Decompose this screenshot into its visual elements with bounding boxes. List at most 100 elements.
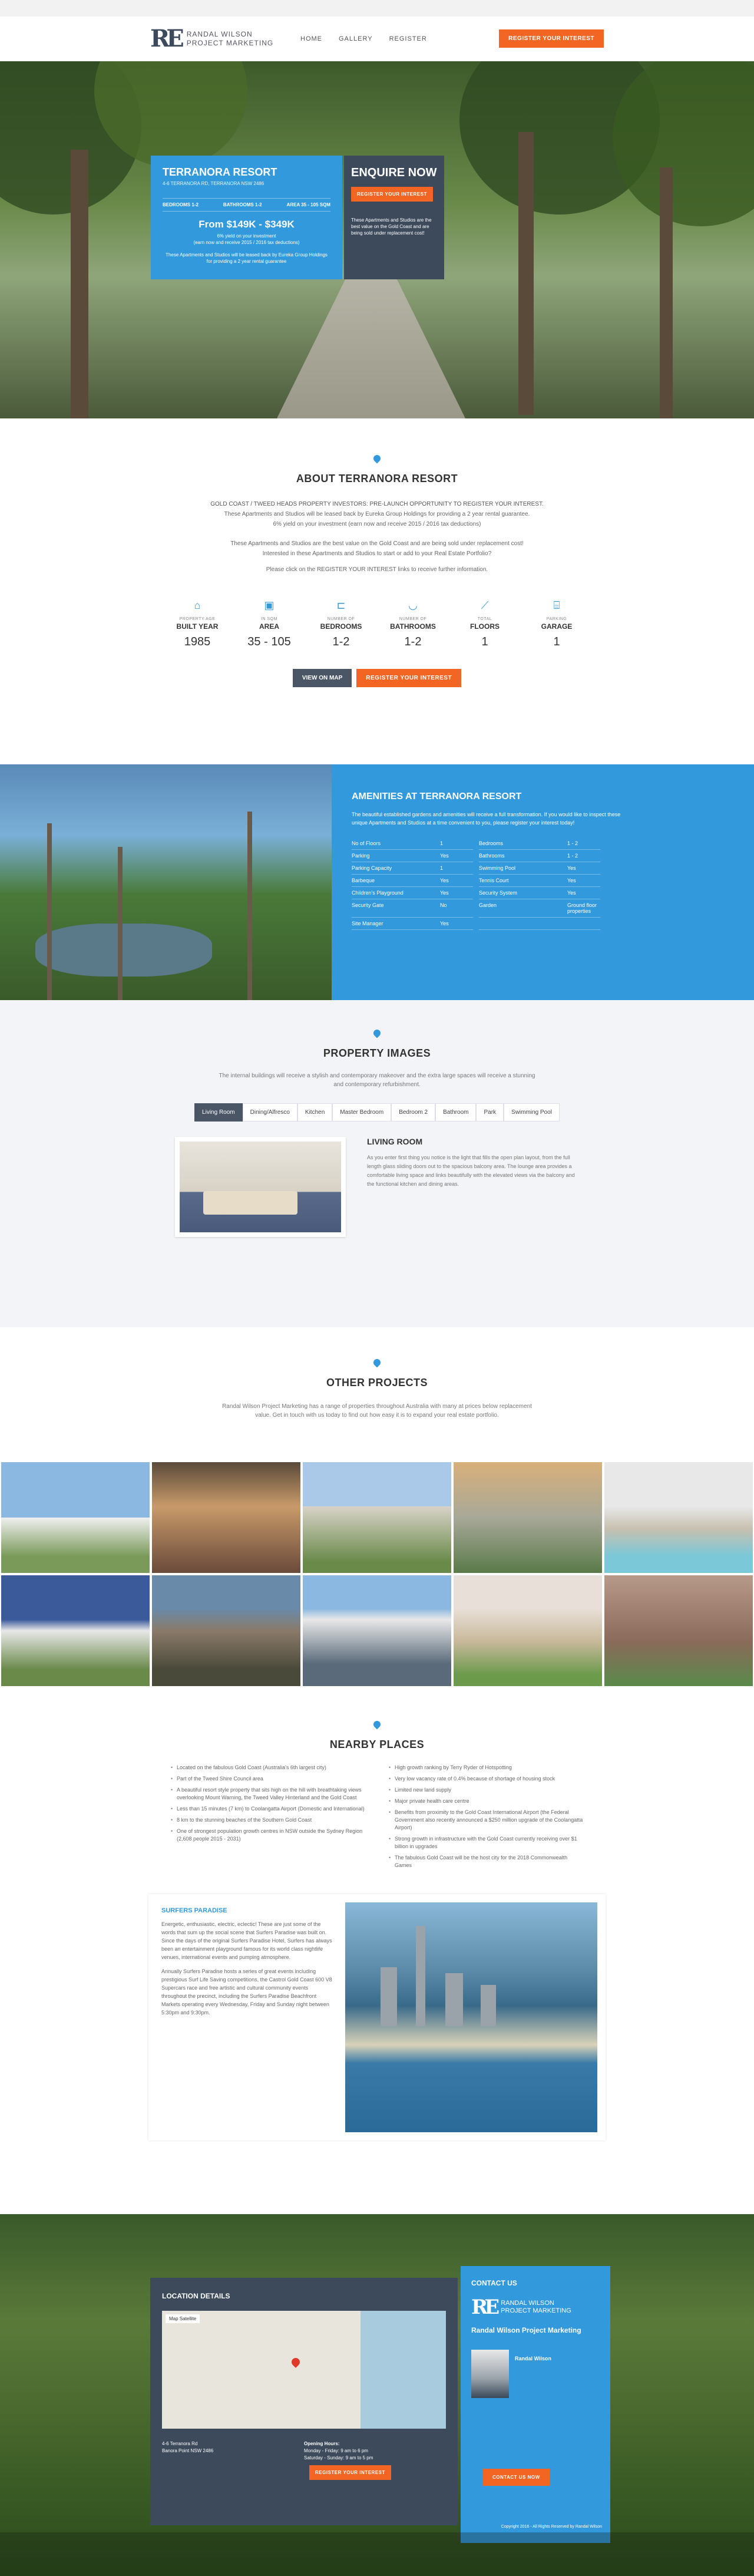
contact-title: CONTACT US — [471, 2279, 517, 2287]
tab-swimming-pool[interactable]: Swimming Pool — [504, 1103, 560, 1122]
view-on-map-button[interactable]: VIEW ON MAP — [292, 669, 352, 687]
other-sub-1: Randal Wilson Project Marketing has a ra… — [222, 1403, 532, 1410]
list-item: Part of the Tweed Shire Council area — [171, 1775, 365, 1783]
property-title: TERRANORA RESORT — [163, 166, 277, 178]
table-cell: 1 - 2 — [567, 837, 600, 850]
tab-dining[interactable]: Dining/Alfresco — [242, 1103, 297, 1122]
feature-label: FLOORS — [470, 622, 500, 631]
table-row: Parking Capacity 1 Swimming Pool Yes — [352, 862, 600, 875]
list-item: A beautiful resort style property that s… — [171, 1786, 365, 1802]
tab-bedroom-2[interactable]: Bedroom 2 — [391, 1103, 436, 1122]
amenities-section: AMENITIES AT TERRANORA RESORT The beauti… — [0, 764, 754, 1000]
table-cell: Yes — [440, 917, 473, 930]
feature-value: 1 — [481, 635, 488, 648]
project-thumb[interactable] — [603, 1461, 754, 1574]
list-item: High growth ranking by Terry Ryder of Ho… — [389, 1764, 583, 1772]
bath-icon: ◡ — [408, 599, 418, 611]
nav-home[interactable]: HOME — [300, 35, 322, 42]
enquire-note: These Apartments and Studios are the bes… — [351, 217, 432, 236]
table-cell: Bedrooms — [479, 837, 567, 850]
header-register-button[interactable]: REGISTER YOUR INTEREST — [499, 29, 604, 48]
logo-text-line1: RANDAL WILSON — [186, 29, 253, 38]
contact-panel: CONTACT US RE RANDAL WILSON PROJECT MARK… — [461, 2266, 610, 2543]
table-cell: No of Floors — [352, 837, 440, 850]
table-cell: Bathrooms — [479, 849, 567, 862]
list-item: Major private health care centre — [389, 1797, 583, 1805]
project-thumb[interactable] — [452, 1461, 603, 1574]
list-item: The fabulous Gold Coast will be the host… — [389, 1854, 583, 1869]
nav-gallery[interactable]: GALLERY — [339, 35, 373, 42]
project-thumb[interactable] — [151, 1461, 302, 1574]
google-map[interactable]: Map Satellite — [162, 2311, 446, 2429]
location-title: LOCATION DETAILS — [162, 2292, 230, 2300]
feature-label: AREA — [259, 622, 279, 631]
tree-trunk — [660, 167, 673, 418]
table-cell: Ground floor properties — [567, 899, 600, 918]
table-row: Parking Yes Bathrooms 1 - 2 — [352, 849, 600, 862]
company-name: Randal Wilson Project Marketing — [471, 2326, 581, 2334]
hours-line-1: Monday - Friday: 9 am to 6 pm — [304, 2448, 368, 2453]
other-sub-2: value. Get in touch with us today to fin… — [255, 1412, 499, 1419]
living-room-photo[interactable] — [175, 1137, 346, 1237]
nav-register[interactable]: REGISTER — [389, 35, 427, 42]
bed-icon: ⊏ — [336, 599, 346, 611]
logo[interactable]: RE RANDAL WILSON PROJECT MARKETING — [150, 25, 289, 52]
hours-line-2: Saturday - Sunday: 9 am to 5 pm — [304, 2455, 373, 2460]
room-tabs: Living Room Dining/Alfresco Kitchen Mast… — [0, 1103, 754, 1122]
table-cell: Security System — [479, 886, 567, 899]
enquire-register-button[interactable]: REGISTER YOUR INTEREST — [351, 187, 433, 202]
location-pin-icon — [373, 1721, 381, 1731]
feature-label: BATHROOMS — [390, 622, 436, 631]
about-intro-1: GOLD COAST / TWEED HEADS PROPERTY INVEST… — [210, 501, 544, 507]
project-thumb[interactable] — [302, 1574, 452, 1687]
address-line-1: 4-6 Terranora Rd — [162, 2441, 198, 2446]
table-cell: Yes — [440, 886, 473, 899]
tree-trunk — [518, 132, 534, 415]
nearby-title: NEARBY PLACES — [329, 1739, 425, 1750]
property-summary: TERRANORA RESORT 4-6 TERRANORA RD, TERRA… — [151, 156, 342, 279]
list-item: Very low vacancy rate of 0.4% because of… — [389, 1775, 583, 1783]
map-marker-icon[interactable] — [290, 2356, 302, 2368]
feature-label: GARAGE — [541, 622, 573, 631]
surfers-para-2: Annually Surfers Paradise hosts a series… — [161, 1968, 332, 2016]
feature-label: BEDROOMS — [320, 622, 362, 631]
tab-bathroom[interactable]: Bathroom — [435, 1103, 477, 1122]
feature-built-year: ⌂ PROPERTY AGE BUILT YEAR 1985 — [170, 599, 224, 649]
location-pin-icon — [373, 1359, 381, 1370]
project-thumb[interactable] — [603, 1574, 754, 1687]
list-item: Limited new land supply — [389, 1786, 583, 1794]
table-cell: 1 — [440, 862, 473, 875]
footer-register-button[interactable]: REGISTER YOUR INTEREST — [309, 2465, 391, 2480]
copyright: Copyright 2016 - All Rights Reserved by … — [501, 2525, 602, 2529]
property-price: From $149K - $349K — [199, 219, 295, 230]
tab-master-bedroom[interactable]: Master Bedroom — [332, 1103, 392, 1122]
table-cell — [567, 917, 600, 930]
table-cell: Yes — [567, 886, 600, 899]
project-thumb[interactable] — [452, 1574, 603, 1687]
other-title: OTHER PROJECTS — [326, 1377, 428, 1388]
tab-living-room[interactable]: Living Room — [194, 1103, 243, 1122]
contact-us-button[interactable]: CONTACT US NOW — [483, 2469, 550, 2486]
garden-path — [277, 265, 465, 418]
feature-top: PROPERTY AGE — [179, 617, 216, 621]
project-thumb[interactable] — [0, 1574, 151, 1687]
about-para-1: These Apartments and Studios are the bes… — [230, 540, 524, 547]
contact-logo-line1: RANDAL WILSON — [501, 2300, 554, 2307]
other-projects-section: OTHER PROJECTS Randal Wilson Project Mar… — [0, 1327, 754, 1687]
project-thumb[interactable] — [151, 1574, 302, 1687]
project-thumb[interactable] — [302, 1461, 452, 1574]
map-type-tabs[interactable]: Map Satellite — [166, 2314, 200, 2323]
yield-line-2: (earn now and receive 2015 / 2016 tax de… — [193, 240, 300, 245]
feature-value: 1985 — [184, 635, 211, 648]
tab-kitchen[interactable]: Kitchen — [297, 1103, 333, 1122]
about-register-button[interactable]: REGISTER YOUR INTEREST — [356, 669, 462, 687]
hours-title: Opening Hours: — [304, 2441, 340, 2446]
project-thumb[interactable] — [0, 1461, 151, 1574]
sofa-shape — [203, 1191, 297, 1215]
tab-park[interactable]: Park — [476, 1103, 504, 1122]
about-section: ABOUT TERRANORA RESORT GOLD COAST / TWEE… — [0, 418, 754, 764]
images-sub-2: and contemporary refurbishment. — [333, 1081, 421, 1088]
palm-trunk — [118, 847, 123, 1000]
table-cell: Tennis Court — [479, 874, 567, 887]
cell-gap — [473, 899, 479, 918]
